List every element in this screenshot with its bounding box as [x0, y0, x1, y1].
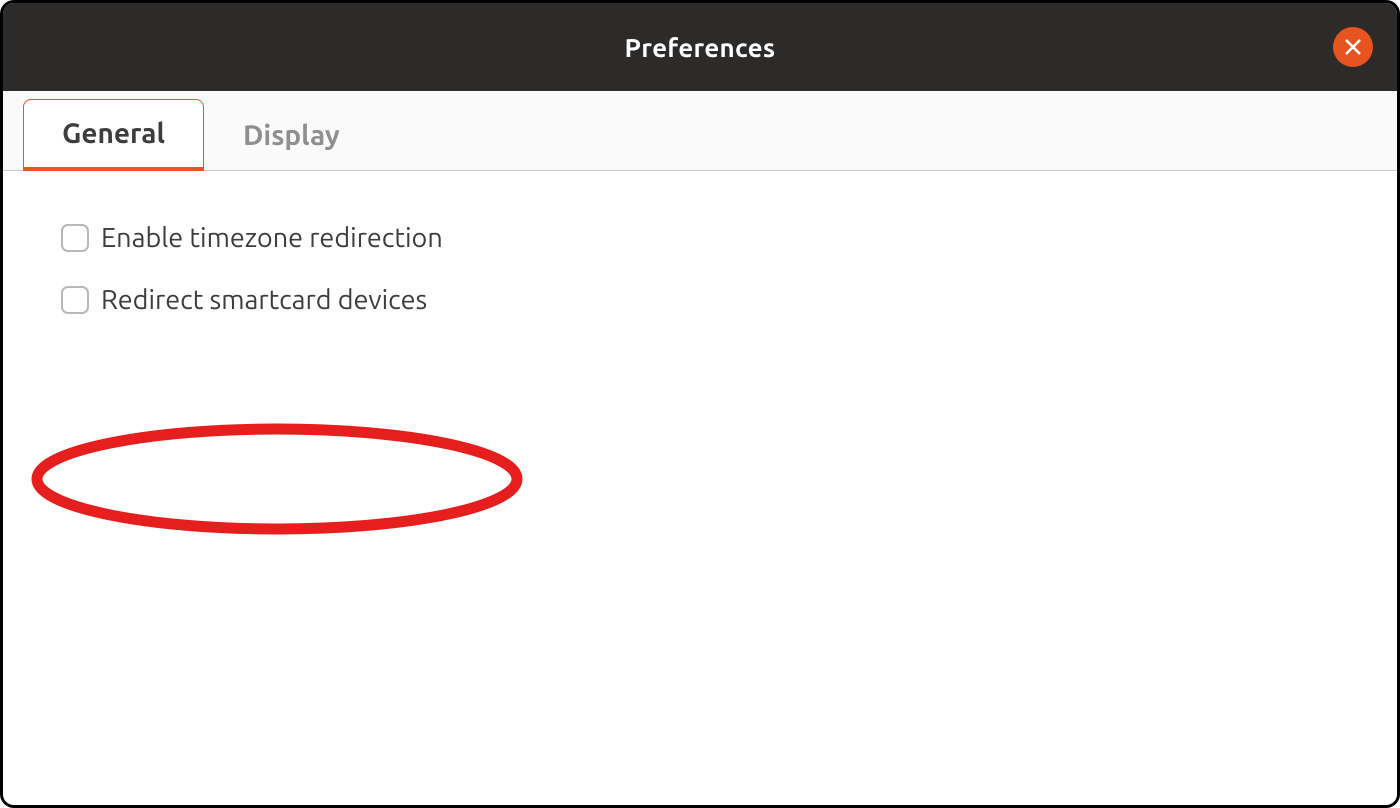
- checkbox-label: Redirect smartcard devices: [101, 285, 427, 315]
- tab-label: General: [62, 118, 165, 149]
- option-enable-timezone-redirection[interactable]: Enable timezone redirection: [61, 223, 1339, 253]
- titlebar: Preferences: [3, 3, 1397, 91]
- checkbox-label: Enable timezone redirection: [101, 223, 443, 253]
- tab-display[interactable]: Display: [204, 99, 379, 171]
- annotation-highlight-ellipse: [27, 419, 527, 539]
- window-title: Preferences: [625, 33, 776, 62]
- tab-content-general: Enable timezone redirection Redirect sma…: [3, 171, 1397, 805]
- tab-label: Display: [243, 120, 340, 151]
- close-button[interactable]: [1333, 27, 1373, 67]
- preferences-window: Preferences General Display Enable timez…: [0, 0, 1400, 808]
- checkbox[interactable]: [61, 286, 89, 314]
- option-redirect-smartcard-devices[interactable]: Redirect smartcard devices: [61, 285, 1339, 315]
- tab-general[interactable]: General: [23, 99, 204, 171]
- close-icon: [1344, 38, 1362, 56]
- checkbox[interactable]: [61, 224, 89, 252]
- tabbar: General Display: [3, 91, 1397, 171]
